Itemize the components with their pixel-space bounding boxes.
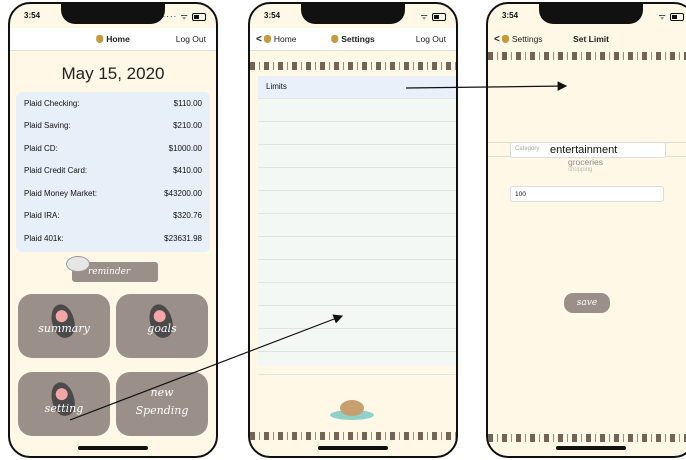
empty-row	[258, 329, 456, 352]
nav-title-label: Settings	[341, 34, 375, 44]
settings-navbar: < Home Settings Log Out	[250, 28, 456, 51]
summary-button[interactable]: summary	[18, 294, 110, 358]
empty-row	[258, 352, 456, 375]
home-navbar: Home Log Out	[10, 28, 216, 51]
empty-row	[258, 260, 456, 283]
empty-row	[258, 237, 456, 260]
logout-button[interactable]: Log Out	[416, 34, 446, 44]
account-row: Plaid Credit Card: $410.00	[16, 160, 210, 183]
account-row: Plaid 401k: $23631.98	[16, 227, 210, 250]
account-amount: $210.00	[173, 121, 202, 131]
status-time: 3:54	[502, 11, 519, 20]
account-row: Plaid Checking: $110.00	[16, 92, 210, 115]
account-amount: $23631.98	[164, 233, 202, 243]
set-limit-screen: 3:54 ᯤ < Settings Set Limit Category ente…	[486, 2, 686, 458]
home-indicator	[556, 446, 626, 450]
cat-on-dish-icon	[330, 400, 374, 420]
mouse-icon	[66, 256, 90, 272]
home-indicator	[318, 446, 388, 450]
account-amount: $410.00	[173, 166, 202, 176]
logout-button[interactable]: Log Out	[176, 34, 206, 44]
status-bar: 3:54 ···· ᯤ	[10, 4, 216, 26]
cat-border-top	[250, 62, 456, 70]
status-icons: ᯤ	[658, 11, 684, 22]
home-indicator	[78, 446, 148, 450]
status-time: 3:54	[264, 11, 281, 20]
category-placeholder: Category	[515, 146, 540, 152]
account-name: Plaid CD:	[24, 143, 58, 153]
account-balance-list: Plaid Checking: $110.00 Plaid Saving: $210…	[16, 92, 210, 252]
chevron-left-icon: <	[494, 34, 500, 45]
nav-title: Set Limit	[573, 34, 609, 44]
empty-row	[258, 214, 456, 237]
status-time: 3:54	[24, 11, 41, 20]
setting-button[interactable]: setting	[18, 372, 110, 436]
account-name: Plaid IRA:	[24, 211, 60, 221]
account-name: Plaid Money Market:	[24, 188, 97, 198]
nav-title: Settings	[331, 34, 375, 44]
limits-row[interactable]: Limits	[258, 76, 456, 99]
account-amount: $110.00	[173, 98, 202, 108]
category-picker-option[interactable]: shopping	[568, 167, 592, 173]
limit-amount-input[interactable]: 100	[510, 186, 664, 202]
status-bar: 3:54 ᯤ	[250, 4, 456, 26]
status-icons: ᯤ	[420, 11, 446, 22]
account-name: Plaid 401k:	[24, 233, 64, 243]
battery-icon	[192, 12, 206, 21]
account-name: Plaid Checking:	[24, 98, 80, 108]
category-picker-option[interactable]: groceries	[568, 157, 603, 167]
settings-screen: 3:54 ᯤ < Home Settings Log Out Limits	[248, 2, 458, 458]
reminder-label: reminder	[88, 267, 131, 277]
empty-row	[258, 122, 456, 145]
home-screen: 3:54 ···· ᯤ Home Log Out May 15, 2020 Pl…	[8, 2, 218, 458]
empty-row	[258, 283, 456, 306]
account-row: Plaid Saving: $210.00	[16, 115, 210, 138]
battery-icon	[432, 12, 446, 21]
empty-row	[258, 168, 456, 191]
account-name: Plaid Saving:	[24, 121, 71, 131]
empty-row	[258, 191, 456, 214]
money-bag-icon	[96, 35, 104, 43]
account-amount: $1000.00	[168, 143, 202, 153]
cat-border-bottom	[488, 434, 686, 442]
status-icons: ···· ᯤ	[163, 11, 206, 22]
nav-title: Home	[96, 34, 130, 44]
empty-row	[258, 145, 456, 168]
money-bag-icon	[263, 35, 271, 43]
account-amount: $320.76	[173, 211, 202, 221]
empty-row	[258, 306, 456, 329]
goals-label: goals	[147, 322, 177, 335]
cat-border-bottom	[250, 432, 456, 440]
cat-shape	[340, 400, 364, 416]
reminder-button[interactable]: reminder	[66, 256, 158, 282]
back-to-home-button[interactable]: < Home	[256, 34, 297, 45]
summary-label: summary	[38, 322, 90, 335]
back-label: Home	[273, 34, 297, 44]
new-spending-label-line2: Spending	[135, 404, 189, 417]
goals-button[interactable]: goals	[116, 294, 208, 358]
settings-list: Limits	[258, 76, 456, 375]
account-amount: $43200.00	[164, 188, 202, 198]
empty-row	[258, 99, 456, 122]
save-button[interactable]: save	[564, 293, 610, 313]
money-bag-icon	[501, 35, 509, 43]
new-spending-label-line1: new	[150, 386, 174, 399]
new-spending-button[interactable]: new Spending	[116, 372, 208, 436]
back-label: Settings	[511, 34, 543, 44]
current-date: May 15, 2020	[61, 64, 165, 83]
setting-label: setting	[44, 402, 84, 415]
account-row: Plaid IRA: $320.76	[16, 205, 210, 228]
account-name: Plaid Credit Card:	[24, 166, 88, 176]
nav-title-label: Home	[106, 34, 130, 44]
set-limit-navbar: < Settings Set Limit	[488, 28, 686, 50]
cat-border-top	[488, 52, 686, 60]
battery-icon	[670, 12, 684, 21]
category-picker-selected[interactable]: entertainment	[550, 144, 617, 156]
status-bar: 3:54 ᯤ	[488, 4, 686, 26]
account-row: Plaid Money Market: $43200.00	[16, 182, 210, 205]
chevron-left-icon: <	[256, 34, 262, 45]
money-bag-icon	[331, 35, 339, 43]
back-to-settings-button[interactable]: < Settings	[494, 34, 543, 45]
account-row: Plaid CD: $1000.00	[16, 137, 210, 160]
